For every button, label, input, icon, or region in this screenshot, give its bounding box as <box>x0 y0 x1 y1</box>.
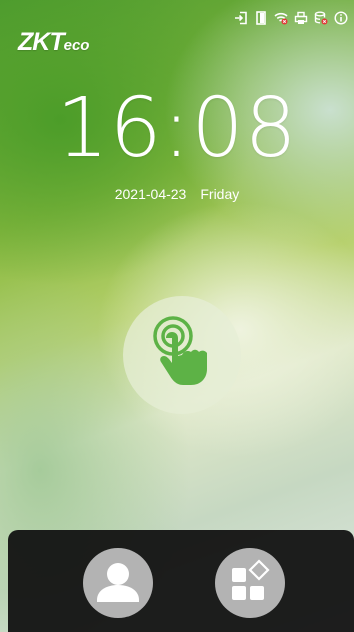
user-button[interactable] <box>83 548 153 618</box>
info-icon[interactable] <box>334 11 348 25</box>
wifi-disconnected-icon <box>274 11 288 25</box>
status-bar <box>234 11 348 25</box>
printer-icon <box>294 11 308 25</box>
touch-to-verify-button[interactable] <box>123 296 241 414</box>
clock-time: 16:08 <box>56 81 298 176</box>
weekday-text: Friday <box>200 186 240 202</box>
brand-logo: ZKTeco <box>18 28 89 57</box>
date-row: 2021-04-23 Friday <box>0 186 354 202</box>
lock-screen: ZKTeco 16:08 2021-04-23 Friday <box>0 0 354 632</box>
user-icon <box>97 563 139 602</box>
bottom-dock <box>8 530 354 632</box>
logo-main-text: ZKT <box>18 28 65 56</box>
main-menu-button[interactable] <box>215 548 285 618</box>
date-text: 2021-04-23 <box>114 186 187 202</box>
touch-finger-icon <box>153 316 207 385</box>
door-icon <box>254 11 268 25</box>
menu-grid-icon <box>232 559 270 600</box>
logo-suffix-text: eco <box>63 37 90 54</box>
exit-icon <box>234 11 248 25</box>
database-icon <box>314 11 328 25</box>
